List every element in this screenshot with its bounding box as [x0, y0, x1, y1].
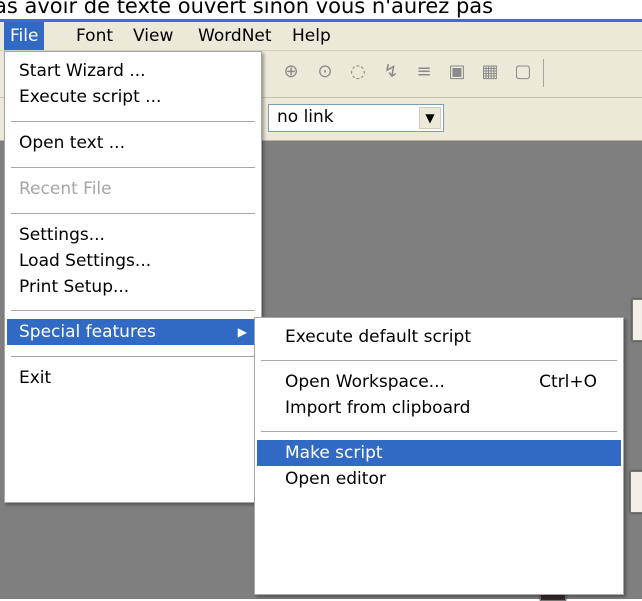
- menu-help[interactable]: Help: [286, 22, 337, 50]
- list-icon[interactable]: ≡: [413, 61, 435, 83]
- menu-item-make-script[interactable]: Make script: [257, 440, 621, 466]
- submenu-arrow-icon: ▶: [237, 325, 247, 339]
- menu-item-execute-script[interactable]: Execute script ...: [7, 84, 259, 110]
- special-features-submenu: Execute default script Open Workspace...…: [254, 317, 624, 595]
- link-bubble-icon[interactable]: ↯: [380, 61, 402, 83]
- menu-separator: [11, 121, 255, 122]
- menu-item-start-wizard[interactable]: Start Wizard ...: [7, 58, 259, 84]
- workspace-node: [632, 299, 642, 341]
- special-features-label: Special features: [19, 322, 156, 342]
- down-node-icon[interactable]: ⊙: [314, 61, 336, 83]
- dropdown-arrow-icon[interactable]: ▼: [419, 107, 441, 129]
- bubble-icon[interactable]: ◌: [347, 61, 369, 83]
- menu-item-load-settings[interactable]: Load Settings...: [7, 248, 259, 274]
- menu-item-print-setup[interactable]: Print Setup...: [7, 274, 259, 300]
- add-node-icon[interactable]: ⊕: [280, 61, 302, 83]
- menu-separator: [11, 356, 255, 357]
- menu-separator: [11, 213, 255, 214]
- menu-item-settings[interactable]: Settings...: [7, 222, 259, 248]
- menu-separator: [261, 431, 617, 432]
- grid-icon[interactable]: ▦: [479, 61, 501, 83]
- toolbar-separator: [543, 59, 544, 87]
- menu-separator: [11, 167, 255, 168]
- caption-text: as avoir de texte ouvert sinon vous n'au…: [0, 0, 642, 19]
- menu-file[interactable]: File: [4, 22, 45, 50]
- menu-view[interactable]: View: [127, 22, 179, 50]
- open-workspace-shortcut: Ctrl+O: [539, 372, 597, 392]
- box-icon[interactable]: ▣: [446, 61, 468, 83]
- menu-font[interactable]: Font: [70, 22, 119, 50]
- frame-icon[interactable]: ▢: [512, 61, 534, 83]
- open-workspace-label: Open Workspace...: [285, 372, 445, 392]
- link-select[interactable]: no link ▼: [268, 104, 444, 132]
- menu-item-exit[interactable]: Exit: [7, 365, 259, 391]
- caption-label: as avoir de texte ouvert sinon vous n'au…: [0, 0, 494, 18]
- menu-separator: [11, 310, 255, 311]
- menu-item-recent-file: Recent File: [19, 179, 112, 199]
- menu-item-special-features[interactable]: Special features ▶: [7, 319, 259, 345]
- menu-separator: [261, 360, 617, 361]
- app-window: File Font View WordNet Help ⊕ ⊙ ◌ ↯ ≡ ▣ …: [0, 19, 642, 601]
- menu-item-open-text[interactable]: Open text ...: [7, 130, 259, 156]
- menu-bar: File Font View WordNet Help: [0, 22, 642, 51]
- menu-item-open-workspace[interactable]: Open Workspace... Ctrl+O: [257, 369, 621, 395]
- menu-item-import-clipboard[interactable]: Import from clipboard: [257, 395, 621, 421]
- file-menu: Start Wizard ... Execute script ... Open…: [4, 51, 262, 503]
- menu-item-execute-default-script[interactable]: Execute default script: [257, 324, 621, 350]
- menu-item-open-editor[interactable]: Open editor: [257, 466, 621, 492]
- menu-wordnet[interactable]: WordNet: [192, 22, 278, 50]
- link-select-value: no link: [277, 107, 334, 127]
- workspace-node: [630, 471, 642, 513]
